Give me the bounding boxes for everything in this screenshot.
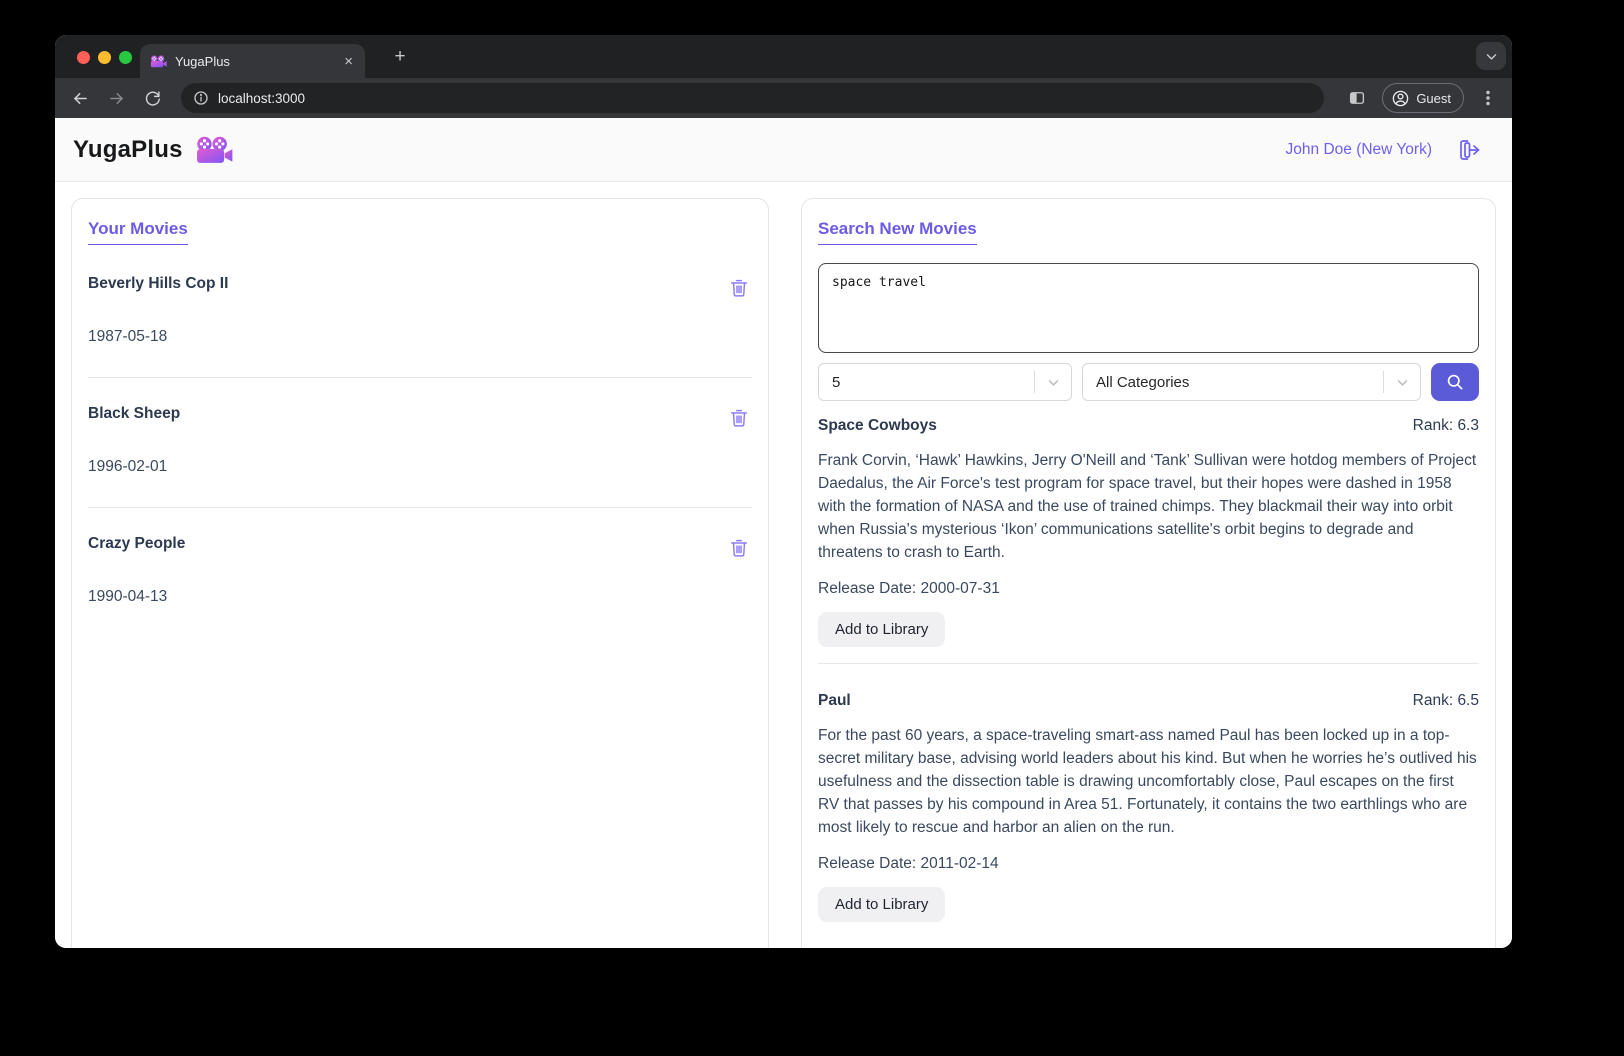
browser-menu-button[interactable] <box>1478 87 1498 109</box>
side-panel-icon <box>1350 92 1365 104</box>
forward-button[interactable] <box>105 87 127 109</box>
result-title: Space Cowboys <box>818 417 937 434</box>
back-arrow-icon <box>73 92 87 104</box>
url-text[interactable]: localhost:3000 <box>218 91 305 106</box>
profile-button[interactable]: Guest <box>1382 83 1464 113</box>
result-description: For the past 60 years, a space-traveling… <box>818 727 1477 836</box>
close-window-button[interactable] <box>77 51 90 64</box>
tab-search-button[interactable] <box>1476 42 1506 70</box>
movie-date: 1987-05-18 <box>88 328 168 345</box>
divider <box>818 663 1479 664</box>
result-title: Paul <box>818 692 851 709</box>
profile-label: Guest <box>1416 90 1451 106</box>
guest-avatar-icon <box>1393 90 1409 106</box>
delete-movie-button[interactable] <box>726 275 752 301</box>
tab-yugaplus[interactable]: YugaPlus × <box>140 44 365 78</box>
result-rank: Rank: 6.3 <box>1412 417 1479 434</box>
chevron-down-icon <box>1486 53 1496 60</box>
category-select[interactable]: All Categories <box>1082 363 1421 401</box>
site-info-icon[interactable] <box>193 90 209 106</box>
trash-icon <box>730 539 748 557</box>
your-movies-title: Your Movies <box>88 219 188 245</box>
delete-movie-button[interactable] <box>726 535 752 561</box>
movie-camera-icon <box>195 136 233 164</box>
tab-strip: YugaPlus × + <box>55 35 1512 78</box>
reload-icon <box>145 90 160 106</box>
search-panel: Search New Movies space travel 5 All Cat… <box>801 198 1496 948</box>
favicon-movie-camera-icon <box>150 55 167 67</box>
side-panel-button[interactable] <box>1346 87 1368 109</box>
back-button[interactable] <box>69 87 91 109</box>
movie-title: Beverly Hills Cop II <box>88 275 229 292</box>
list-item: Black Sheep 1996-02-01 <box>88 405 752 476</box>
tab-title: YugaPlus <box>175 53 230 69</box>
user-name-link[interactable]: John Doe (New York) <box>1286 141 1432 159</box>
zoom-window-button[interactable] <box>119 51 132 64</box>
search-title: Search New Movies <box>818 219 977 245</box>
movie-date: 1990-04-13 <box>88 588 168 605</box>
tab-close-icon[interactable]: × <box>342 54 355 69</box>
minimize-window-button[interactable] <box>98 51 111 64</box>
movie-title: Crazy People <box>88 535 186 552</box>
result-rank: Rank: 6.5 <box>1412 692 1479 709</box>
window-controls <box>77 51 132 64</box>
add-to-library-button[interactable]: Add to Library <box>818 887 946 922</box>
kebab-menu-icon <box>1486 90 1490 106</box>
address-bar[interactable]: localhost:3000 <box>181 83 1325 113</box>
list-item: Crazy People 1990-04-13 <box>88 535 752 606</box>
result-description: Frank Corvin, ‘Hawk’ Hawkins, Jerry O'Ne… <box>818 452 1477 561</box>
list-item: Beverly Hills Cop II 1987-05-18 <box>88 275 752 346</box>
search-input[interactable]: space travel <box>818 263 1479 353</box>
chevron-down-icon <box>1384 375 1420 390</box>
chevron-down-icon <box>1035 375 1071 390</box>
your-movies-panel: Your Movies Beverly Hills Cop II 1987-05… <box>71 198 769 948</box>
app-header: YugaPlus John Doe (New York) <box>55 118 1512 182</box>
reload-button[interactable] <box>141 87 163 109</box>
logout-icon <box>1460 139 1480 160</box>
add-to-library-button[interactable]: Add to Library <box>818 612 946 647</box>
browser-window: YugaPlus × + localhost:3000 Guest YugaPl… <box>55 35 1512 948</box>
app-title: YugaPlus <box>73 135 183 163</box>
new-tab-button[interactable]: + <box>387 44 413 70</box>
result-release-date: Release Date: 2000-07-31 <box>818 580 1000 597</box>
browser-toolbar: localhost:3000 Guest <box>55 78 1512 118</box>
movie-date: 1996-02-01 <box>88 458 168 475</box>
search-result: Space Cowboys Rank: 6.3 Frank Corvin, ‘H… <box>818 417 1479 647</box>
result-release-date: Release Date: 2011-02-14 <box>818 855 999 872</box>
search-button[interactable] <box>1431 363 1479 401</box>
results-limit-select[interactable]: 5 <box>818 363 1072 401</box>
forward-arrow-icon <box>109 92 123 104</box>
main-content: Your Movies Beverly Hills Cop II 1987-05… <box>55 182 1512 948</box>
logout-button[interactable] <box>1458 138 1482 162</box>
divider <box>88 377 752 378</box>
trash-icon <box>730 279 748 297</box>
results-limit-value: 5 <box>832 373 841 391</box>
category-value: All Categories <box>1096 373 1190 391</box>
search-controls: 5 All Categories <box>818 363 1479 401</box>
movie-title: Black Sheep <box>88 405 181 422</box>
divider <box>88 507 752 508</box>
delete-movie-button[interactable] <box>726 405 752 431</box>
trash-icon <box>730 409 748 427</box>
search-icon <box>1447 374 1463 390</box>
movie-list: Beverly Hills Cop II 1987-05-18 Black Sh… <box>88 275 752 606</box>
search-result: Paul Rank: 6.5 For the past 60 years, a … <box>818 692 1479 922</box>
